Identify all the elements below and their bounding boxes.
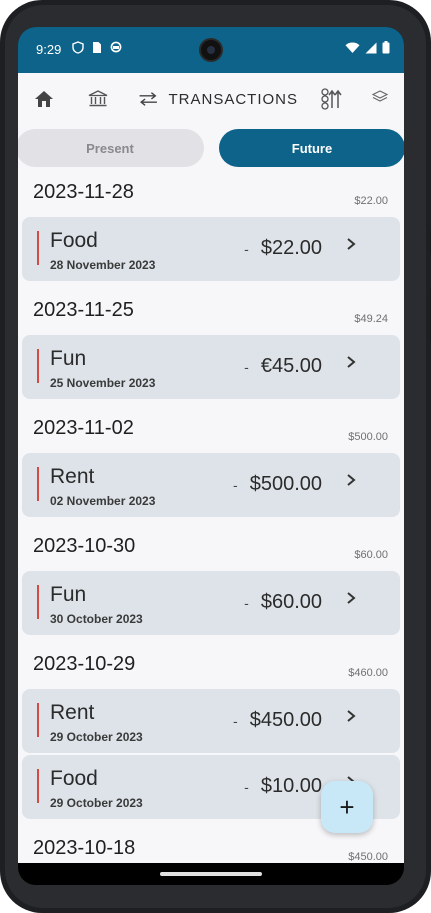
group-total: $450.00 (348, 851, 388, 863)
status-right-icons (345, 41, 390, 54)
chevron-right-icon[interactable] (346, 473, 356, 492)
group-total: $22.00 (354, 195, 388, 207)
date-group-header: 2023-10-30 $60.00 (18, 529, 404, 571)
phone-frame: 9:29 TRANSACTIONS Present Future 2023-11… (0, 0, 431, 913)
group-date: 2023-10-18 (33, 837, 136, 859)
transaction-category: Fun (50, 347, 87, 370)
transaction-card[interactable]: Fun 30 October 2023 - $60.00 (22, 571, 400, 635)
transaction-card[interactable]: Fun 25 November 2023 - €45.00 (22, 335, 400, 399)
transaction-card[interactable]: Food 28 November 2023 - $22.00 (22, 217, 400, 281)
transaction-list[interactable]: 2023-11-28 $22.00 Food 28 November 2023- $22… (18, 175, 404, 863)
transaction-card[interactable]: Rent 29 October 2023 - $450.00 (22, 689, 400, 753)
battery-icon (382, 41, 390, 54)
home-button[interactable] (32, 85, 56, 113)
category-color-bar (37, 769, 39, 803)
bank-button[interactable] (86, 85, 110, 113)
transaction-date: 29 October 2023 (50, 796, 143, 810)
category-color-bar (37, 467, 39, 501)
group-total: $49.24 (354, 313, 388, 325)
group-date: 2023-11-28 (33, 181, 134, 203)
amount-sign: - (232, 477, 238, 493)
tab-future[interactable]: Future (219, 129, 404, 167)
layers-button[interactable] (370, 83, 390, 111)
home-gesture-pill[interactable] (160, 872, 262, 876)
group-total: $60.00 (354, 549, 388, 561)
transactions-tab[interactable]: TRANSACTIONS (138, 85, 298, 113)
date-group-header: 2023-10-29 $460.00 (18, 647, 404, 689)
chevron-right-icon[interactable] (346, 709, 356, 728)
transaction-amount: $10.00 (260, 775, 322, 797)
transaction-category: Rent (50, 701, 95, 724)
transaction-date: 28 November 2023 (50, 258, 156, 272)
sim-icon (93, 42, 101, 53)
category-color-bar (37, 703, 39, 737)
amount-sign: - (244, 241, 249, 257)
signal-icon (365, 42, 377, 53)
gesture-bar (18, 863, 404, 885)
status-time: 9:29 (36, 42, 62, 57)
date-group-header: 2023-10-18 $450.00 (18, 831, 404, 863)
category-color-bar (37, 349, 39, 383)
transaction-amount: €45.00 (260, 355, 322, 377)
wifi-icon (345, 42, 360, 53)
transaction-category: Food (50, 767, 98, 790)
app-content: TRANSACTIONS Present Future 2023-11-28 $2… (18, 73, 404, 863)
transaction-amount: $500.00 (249, 473, 322, 495)
swap-arrows-icon (139, 92, 157, 106)
group-date: 2023-11-25 (33, 299, 134, 321)
amount-sign: - (232, 713, 238, 729)
bank-icon (88, 90, 108, 107)
group-date: 2023-11-02 (33, 417, 134, 439)
date-group-header: 2023-11-02 $500.00 (18, 411, 404, 453)
transaction-amount: $22.00 (260, 237, 322, 259)
chevron-right-icon[interactable] (346, 355, 356, 374)
add-transaction-button[interactable]: + (321, 781, 373, 833)
date-group-header: 2023-11-25 $49.24 (18, 293, 404, 335)
sync-icon (110, 41, 122, 53)
date-group-header: 2023-11-28 $22.00 (18, 175, 404, 217)
chevron-right-icon[interactable] (346, 237, 356, 256)
group-total: $500.00 (348, 431, 388, 443)
sort-button[interactable] (318, 85, 344, 113)
transaction-category: Fun (50, 583, 87, 606)
tab-present[interactable]: Present (18, 129, 204, 167)
sort-icon (321, 88, 342, 110)
plus-icon: + (339, 791, 355, 822)
group-total: $460.00 (348, 667, 388, 679)
status-bar: 9:29 (18, 27, 404, 73)
amount-sign: - (244, 595, 249, 611)
group-date: 2023-10-29 (33, 653, 136, 675)
amount-sign: - (244, 779, 249, 795)
category-color-bar (37, 585, 39, 619)
amount-sign: - (244, 359, 249, 375)
screen: 9:29 TRANSACTIONS Present Future 2023-11… (18, 27, 404, 885)
layers-icon (372, 90, 388, 102)
transaction-date: 30 October 2023 (50, 612, 143, 626)
home-icon (35, 91, 53, 107)
top-navigation: TRANSACTIONS (18, 73, 404, 127)
page-title: TRANSACTIONS (168, 90, 298, 108)
transaction-card[interactable]: Rent 02 November 2023 - $500.00 (22, 453, 400, 517)
front-camera (199, 38, 223, 62)
chevron-right-icon[interactable] (346, 591, 356, 610)
transaction-date: 25 November 2023 (50, 376, 156, 390)
transaction-category: Food (50, 229, 98, 252)
transaction-amount: $450.00 (249, 709, 322, 731)
group-date: 2023-10-30 (33, 535, 136, 557)
status-left-icons (72, 41, 122, 54)
transaction-amount: $60.00 (260, 591, 322, 613)
transaction-category: Rent (50, 465, 95, 488)
transaction-date: 29 October 2023 (50, 730, 143, 744)
transaction-date: 02 November 2023 (50, 494, 156, 508)
shield-icon (72, 41, 84, 54)
category-color-bar (37, 231, 39, 265)
